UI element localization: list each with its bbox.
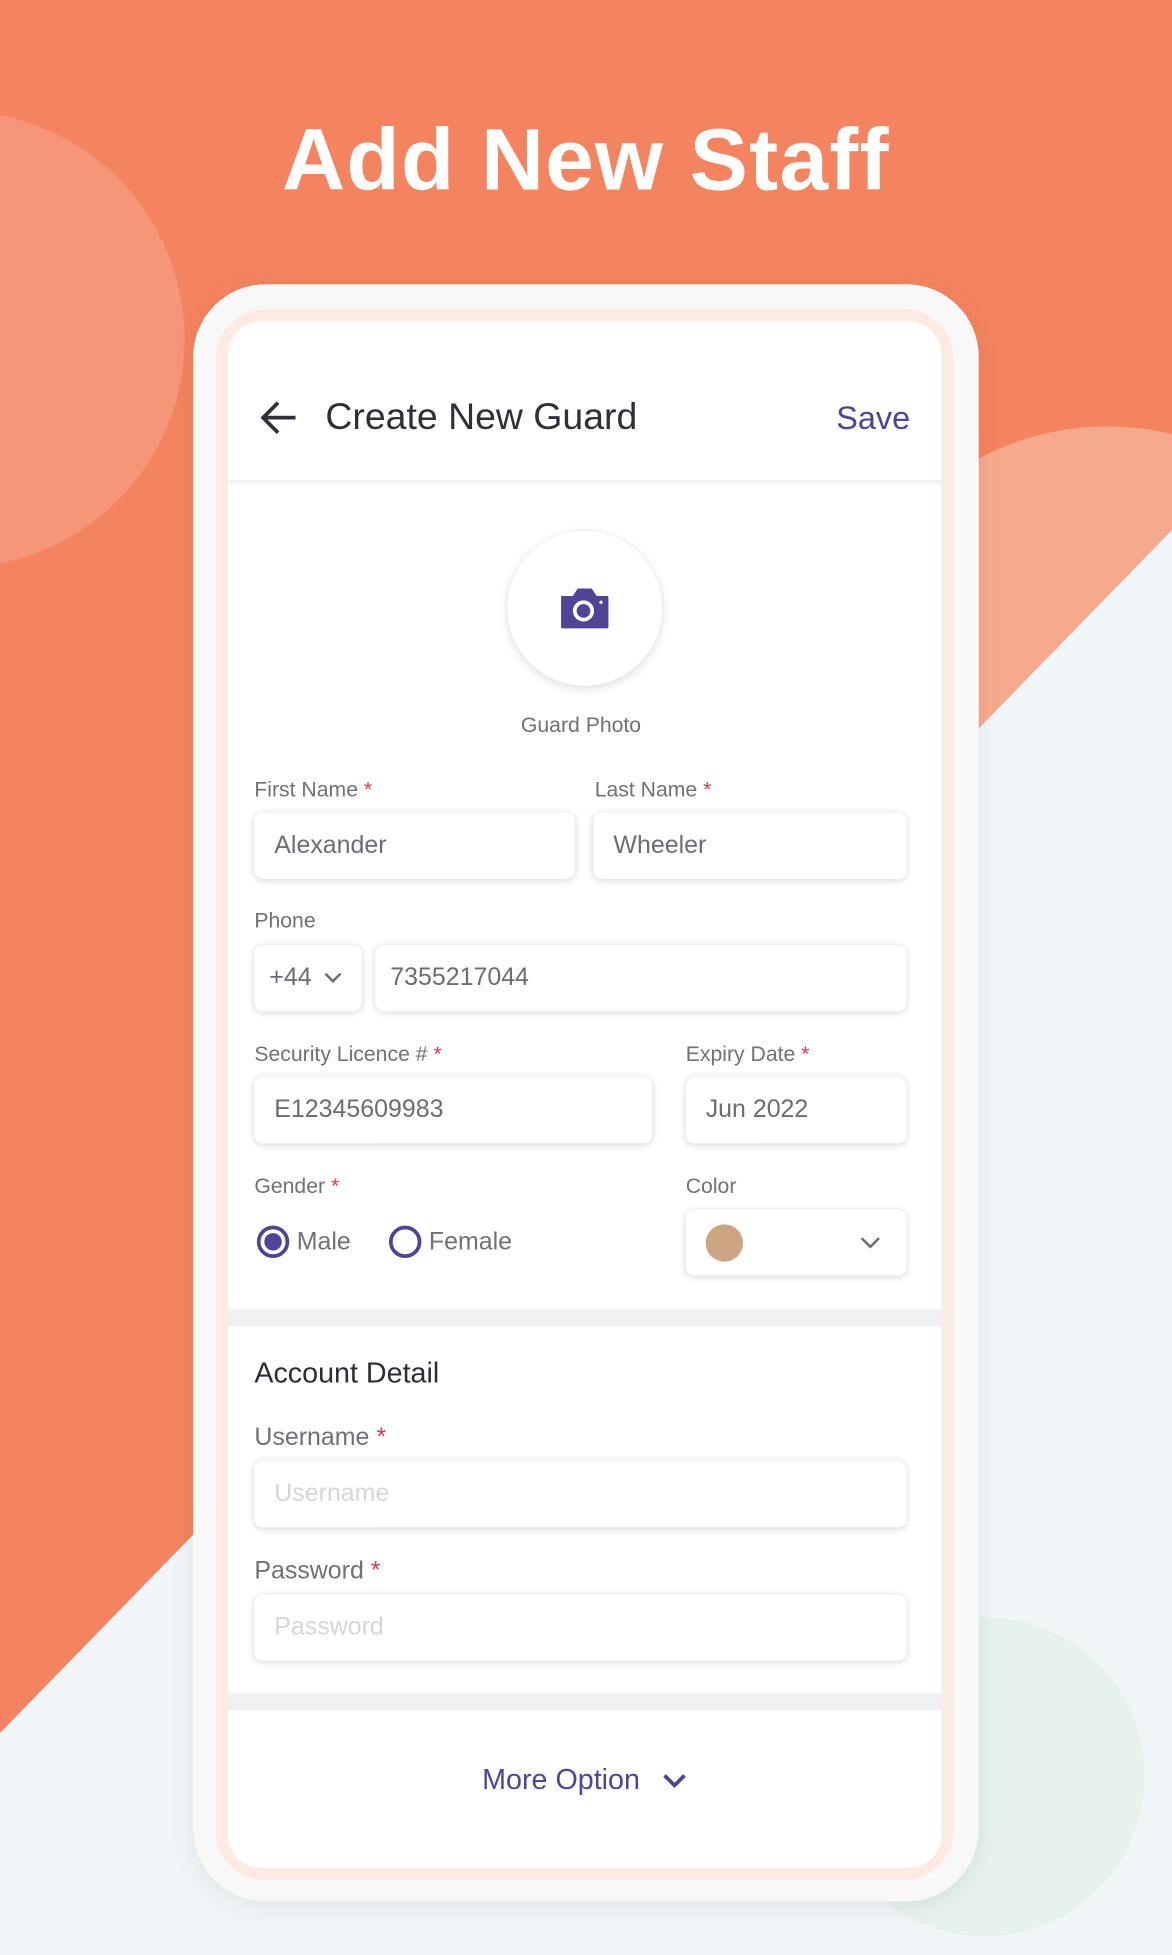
username-input[interactable] xyxy=(254,1461,907,1528)
section-divider xyxy=(228,1693,942,1711)
gender-female-radio[interactable]: Female xyxy=(389,1225,513,1259)
account-heading: Account Detail xyxy=(254,1356,440,1389)
radio-unchecked-icon xyxy=(389,1225,422,1259)
radio-checked-icon xyxy=(256,1225,290,1259)
phone-label: Phone xyxy=(254,908,316,933)
more-option-label: More Option xyxy=(482,1762,640,1796)
page-title: Create New Guard xyxy=(325,396,638,438)
color-label: Color xyxy=(685,1174,737,1199)
first-name-label: First Name * xyxy=(254,778,373,802)
licence-input[interactable] xyxy=(254,1077,653,1144)
more-option-button[interactable]: More Option xyxy=(228,1763,941,1797)
camera-icon xyxy=(561,588,609,629)
app-header: Create New Guard Save xyxy=(228,322,942,483)
country-code-value: +44 xyxy=(269,963,312,992)
gender-label: Gender * xyxy=(254,1174,340,1199)
arrow-left-icon[interactable] xyxy=(260,400,298,435)
banner-title: Add New Staff xyxy=(282,110,890,209)
chevron-down-icon xyxy=(663,1773,687,1788)
photo-upload-button[interactable] xyxy=(507,531,663,686)
phone-input[interactable] xyxy=(375,945,907,1012)
first-name-input[interactable] xyxy=(254,812,575,879)
color-select[interactable] xyxy=(685,1209,907,1276)
save-button[interactable]: Save xyxy=(836,399,910,438)
chevron-down-icon xyxy=(860,1236,880,1248)
last-name-input[interactable] xyxy=(593,812,907,879)
gender-male-radio[interactable]: Male xyxy=(256,1225,351,1259)
male-label: Male xyxy=(296,1227,351,1255)
section-divider xyxy=(228,1309,942,1327)
app-screen: Create New Guard Save Guard Photo First … xyxy=(228,321,942,1868)
last-name-label: Last Name * xyxy=(594,778,712,802)
password-label: Password * xyxy=(254,1557,381,1585)
expiry-label: Expiry Date * xyxy=(685,1042,810,1067)
licence-label: Security Licence # * xyxy=(254,1042,442,1067)
photo-label: Guard Photo xyxy=(520,713,642,737)
country-code-select[interactable]: +44 xyxy=(254,945,362,1012)
female-label: Female xyxy=(428,1227,513,1255)
password-input[interactable] xyxy=(254,1594,907,1661)
chevron-down-icon xyxy=(324,972,342,983)
color-swatch xyxy=(705,1223,744,1262)
username-label: Username * xyxy=(254,1423,387,1452)
expiry-date-input[interactable] xyxy=(685,1077,907,1144)
